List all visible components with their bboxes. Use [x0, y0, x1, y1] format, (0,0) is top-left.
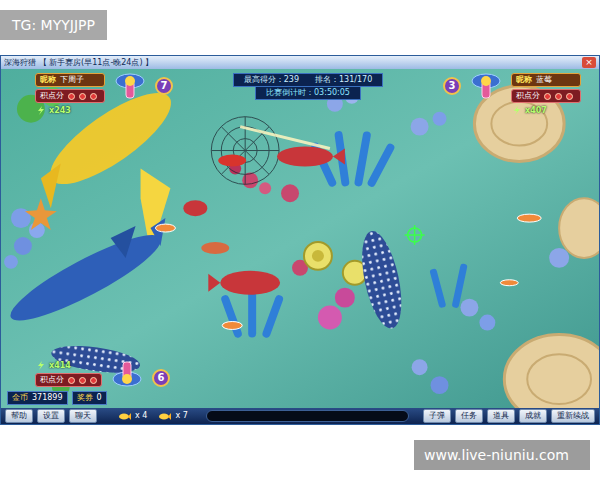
multiplier-value: x 4 [135, 411, 147, 421]
shrimp-icon [218, 154, 246, 166]
sand-patch-icon [474, 86, 599, 408]
toolbar-button[interactable]: 子弹 [423, 409, 451, 423]
toolbar-button[interactable]: 道具 [487, 409, 515, 423]
point-dot-icon [544, 93, 551, 100]
wallet: 金币 371899 奖券 0 [7, 391, 593, 405]
multiplier: x 7 [155, 411, 191, 421]
fish-icon [159, 413, 171, 420]
red-fish-icon [183, 147, 344, 295]
watermark: TG: MYYJJPP [0, 10, 107, 40]
nickname-label: 昵称 [40, 75, 56, 85]
points-row: 积点分 [35, 89, 105, 103]
whale-shark-icon [355, 228, 409, 332]
fish-icon [119, 413, 131, 420]
nickname-row: 昵称蓝莓 [511, 73, 581, 87]
multiplier: x 4 [115, 411, 151, 421]
toolbar-button[interactable]: 设置 [37, 409, 65, 423]
player-seat: 积点分 x414 6 [35, 360, 593, 387]
watermark-top-area: TG: MYYJJPP [0, 0, 600, 40]
nickname: 蓝莓 [536, 75, 552, 85]
toolbar: 帮助设置聊天 x 4 x 7 子弹任务道具成就重新续战 [1, 408, 599, 424]
toolbar-button[interactable]: 重新续战 [551, 409, 595, 423]
points-row: 积点分 [511, 89, 581, 103]
shark-icon [2, 218, 168, 333]
point-dot-icon [90, 93, 97, 100]
coins-label: 金币 [12, 393, 28, 403]
point-dot-icon [566, 93, 573, 100]
golden-fish-icon [38, 78, 183, 253]
seat-number: 6 [152, 369, 170, 387]
multiplier-value: x 7 [175, 411, 187, 421]
cannon-icon[interactable] [469, 73, 503, 99]
hud: 昵称下周子积点分x2437最高得分：239排名：131/170比赛倒计时：03:… [1, 69, 599, 408]
ammo-row: x243 [35, 105, 105, 116]
game-window: 深海狩猎 【 新手赛房(早11点-晚24点) 】 × [0, 55, 600, 425]
message-slot [206, 410, 409, 422]
watermark: www.live-niuniu.com [414, 440, 590, 470]
ammo-count: x407 [525, 106, 547, 116]
tickets-label: 奖券 [77, 393, 93, 403]
point-dot-icon [555, 93, 562, 100]
game-stage[interactable]: 昵称下周子积点分x2437最高得分：239排名：131/170比赛倒计时：03:… [1, 69, 599, 408]
point-dot-icon [79, 93, 86, 100]
toolbar-button[interactable]: 任务 [455, 409, 483, 423]
cannon-icon[interactable] [113, 73, 147, 99]
point-dot-icon [68, 93, 75, 100]
countdown: 比赛倒计时：03:50:05 [255, 87, 361, 100]
starfish-icon [25, 198, 57, 230]
points-label: 积点分 [40, 375, 64, 385]
watermark-bottom-area: www.live-niuniu.com [0, 440, 600, 470]
toolbar-button[interactable]: 成就 [519, 409, 547, 423]
score-row: 最高得分：239 排名：131/170 [233, 73, 384, 87]
seat-number: 3 [443, 77, 461, 95]
points-row: 积点分 [35, 373, 102, 387]
close-button[interactable]: × [582, 57, 596, 68]
player-panel: 积点分 x414 [35, 360, 102, 387]
point-dot-icon [90, 377, 97, 384]
lightning-icon [37, 106, 45, 115]
coins-box: 金币 371899 [7, 391, 68, 405]
anemone-icon [220, 131, 468, 339]
player-seat: 昵称下周子积点分 x243 7 [35, 73, 173, 116]
best-score: 最高得分：239 [244, 75, 299, 85]
coins-value: 371899 [32, 393, 63, 403]
point-dot-icon [79, 377, 86, 384]
ammo-row: x407 [511, 105, 581, 116]
rank: 排名：131/170 [315, 75, 372, 85]
tickets-value: 0 [97, 393, 102, 403]
points-label: 积点分 [516, 91, 540, 101]
crosshair-icon [405, 225, 425, 245]
bullet-icon [240, 127, 330, 149]
nickname-label: 昵称 [516, 75, 532, 85]
nickname: 下周子 [60, 75, 84, 85]
toolbar-button[interactable]: 聊天 [69, 409, 97, 423]
player-seat: 昵称蓝莓积点分 x407 3 [443, 73, 581, 116]
title-bar: 深海狩猎 【 新手赛房(早11点-晚24点) 】 × [1, 56, 599, 69]
window-title: 深海狩猎 【 新手赛房(早11点-晚24点) 】 [4, 57, 153, 68]
seabed-scene [1, 69, 599, 408]
bottom-hud: 积点分 x414 6 金币 371899 奖券 0 [7, 360, 593, 405]
scoreboard: 最高得分：239 排名：131/170 比赛倒计时：03:50:05 [233, 73, 384, 100]
clownfish-icon [155, 214, 541, 329]
seat-number: 7 [155, 77, 173, 95]
lightning-icon [37, 361, 45, 370]
ammo-row: x414 [35, 360, 102, 371]
point-dot-icon [68, 377, 75, 384]
cannon-icon[interactable] [110, 361, 144, 387]
toolbar-button[interactable]: 帮助 [5, 409, 33, 423]
player-panel: 昵称蓝莓积点分 x407 [511, 73, 581, 116]
open-water [7, 116, 593, 360]
lightning-icon [513, 106, 521, 115]
tickets-box: 奖券 0 [72, 391, 107, 405]
ammo-count: x414 [49, 361, 71, 371]
top-hud: 昵称下周子积点分x2437最高得分：239排名：131/170比赛倒计时：03:… [7, 73, 593, 116]
points-label: 积点分 [40, 91, 64, 101]
nickname-row: 昵称下周子 [35, 73, 105, 87]
ammo-count: x243 [49, 106, 71, 116]
player-panel: 昵称下周子积点分 x243 [35, 73, 105, 116]
